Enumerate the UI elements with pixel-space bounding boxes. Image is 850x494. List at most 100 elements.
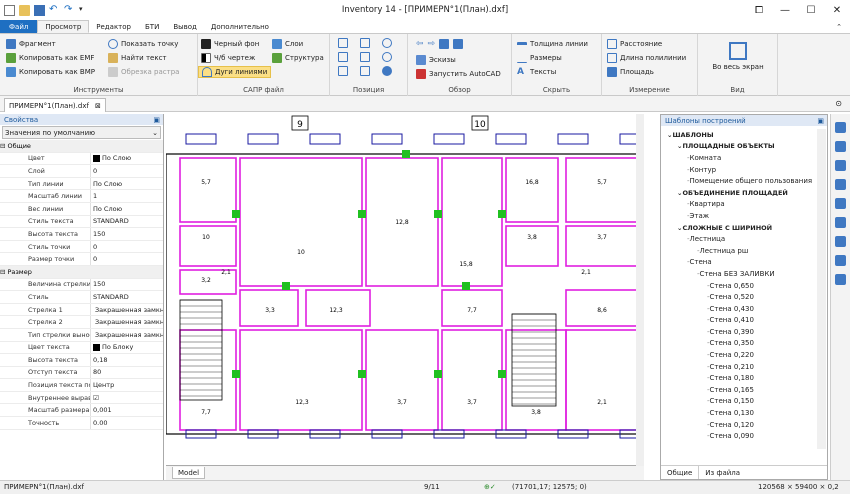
side-tool-1-icon[interactable] bbox=[835, 122, 846, 133]
drawing-canvas[interactable]: 9 10 5,7 10 12,8 15,8 16,8 5,7 10 3,8 3,7 3,2 3,3 12,… bbox=[166, 114, 644, 466]
property-row[interactable]: Стиль STANDARD bbox=[0, 291, 163, 304]
snap-icon[interactable]: ⊕✓ bbox=[484, 483, 496, 491]
zoom-in-icon[interactable] bbox=[382, 38, 392, 48]
property-row[interactable]: Стрелка 1 Закрашенная замкнутая bbox=[0, 303, 163, 317]
preset-select[interactable]: Значения по умолчанию ⌄ bbox=[2, 126, 161, 139]
tree-item[interactable]: - Стена 0,090 bbox=[663, 430, 815, 442]
zoom-out-icon[interactable] bbox=[382, 52, 392, 62]
fit-icon[interactable] bbox=[338, 38, 348, 48]
pin-icon[interactable]: ▣ bbox=[817, 117, 824, 125]
tab-editor[interactable]: Редактор bbox=[89, 20, 138, 33]
tab-additional[interactable]: Дополнительно bbox=[204, 20, 276, 33]
tree-item[interactable]: ⌄ СЛОЖНЫЕ С ШИРИНОЙ bbox=[663, 222, 815, 234]
pan-icon[interactable] bbox=[338, 52, 348, 62]
panel-collapse-icon[interactable]: ⊙ bbox=[835, 99, 842, 108]
side-tool-3-icon[interactable] bbox=[835, 160, 846, 171]
property-row[interactable]: Цвет По Слою bbox=[0, 152, 163, 166]
tree-item[interactable]: - Стена 0,220 bbox=[663, 349, 815, 361]
tab-view[interactable]: Просмотр bbox=[37, 20, 90, 33]
property-value[interactable]: 0,001 bbox=[90, 404, 163, 417]
tree-item[interactable]: - Стена 0,165 bbox=[663, 384, 815, 396]
tab-file[interactable]: Файл bbox=[0, 20, 38, 33]
nav-last-icon[interactable] bbox=[453, 39, 464, 49]
property-value[interactable]: Центр bbox=[90, 379, 163, 391]
tree-item[interactable]: - Стена 0,120 bbox=[663, 419, 815, 431]
tree-item[interactable]: - Стена 0,390 bbox=[663, 326, 815, 338]
tree-item[interactable]: - Стена 0,210 bbox=[663, 361, 815, 373]
tree-item[interactable]: - Лестница рш bbox=[663, 245, 815, 257]
property-value[interactable]: По Слою bbox=[90, 152, 163, 165]
maximize-button[interactable]: ☐ bbox=[798, 0, 824, 20]
nav-left-icon[interactable]: ⇦ bbox=[416, 39, 424, 49]
nav-right-icon[interactable]: ⇨ bbox=[428, 39, 436, 49]
help-icon[interactable]: ⧠ bbox=[746, 0, 772, 20]
fragment-button[interactable]: Фрагмент bbox=[6, 38, 56, 50]
property-value[interactable]: По Слою bbox=[90, 202, 163, 215]
property-value[interactable]: Закрашенная замкнутая bbox=[90, 303, 163, 316]
sketches-button[interactable]: Эскизы bbox=[416, 54, 456, 66]
line-weight-button[interactable]: Толщина линии bbox=[517, 38, 588, 50]
zoom-window-icon[interactable] bbox=[360, 38, 370, 48]
property-category[interactable]: ⊟ Общие bbox=[0, 140, 163, 153]
property-row[interactable]: Внутреннее выравнивание☑ bbox=[0, 391, 163, 405]
crop-raster-button[interactable]: Обрезка растра bbox=[108, 66, 179, 78]
black-bg-button[interactable]: Черный фон bbox=[201, 38, 259, 50]
property-value[interactable]: STANDARD bbox=[90, 291, 163, 303]
find-text-button[interactable]: Найти текст bbox=[108, 52, 167, 64]
tree-item[interactable]: - Лестница bbox=[663, 233, 815, 245]
property-row[interactable]: Масштаб линии 1 bbox=[0, 190, 163, 203]
document-tab[interactable]: ПРИМЕРN°1(План).dxf ⊠ bbox=[4, 98, 106, 112]
arcs-as-lines-button[interactable]: Дуги линиями bbox=[198, 66, 272, 78]
tree-item[interactable]: - Квартира bbox=[663, 199, 815, 211]
area-button[interactable]: Площадь bbox=[607, 66, 654, 78]
ribbon-collapse-icon[interactable]: ⌃ bbox=[836, 23, 842, 31]
bw-drawing-button[interactable]: Ч/б чертеж bbox=[201, 52, 255, 64]
tree-item[interactable]: ⌄ ОБЪЕДИНЕНИЕ ПЛОЩАДЕЙ bbox=[663, 187, 815, 199]
tree-item[interactable]: - Стена 0,430 bbox=[663, 303, 815, 315]
zoom-prev-icon[interactable] bbox=[360, 52, 370, 62]
tree-item[interactable]: - Стена 0,130 bbox=[663, 407, 815, 419]
nav-first-icon[interactable] bbox=[439, 39, 450, 49]
dimensions-button[interactable]: Размеры bbox=[517, 52, 562, 64]
templates-scrollbar[interactable] bbox=[817, 129, 826, 449]
side-tool-5-icon[interactable] bbox=[835, 198, 846, 209]
property-value[interactable]: По Блоку bbox=[90, 341, 163, 354]
tree-item[interactable]: - Стена 0,150 bbox=[663, 396, 815, 408]
property-row[interactable]: Величина стрелки 150 bbox=[0, 278, 163, 292]
property-value[interactable]: 150 bbox=[90, 278, 163, 291]
view-rotate-icon[interactable] bbox=[382, 66, 392, 76]
close-button[interactable]: ✕ bbox=[824, 0, 850, 20]
property-value[interactable]: 0 bbox=[90, 253, 163, 265]
property-value[interactable]: По Слою bbox=[90, 177, 163, 190]
tree-item[interactable]: ⌄ ПЛОЩАДНЫЕ ОБЪЕКТЫ bbox=[663, 141, 815, 153]
property-row[interactable]: Стиль точки 0 bbox=[0, 240, 163, 254]
tab-from-file[interactable]: Из файла bbox=[699, 466, 746, 479]
show-point-button[interactable]: Показать точку bbox=[108, 38, 178, 50]
tab-bti[interactable]: БТИ bbox=[138, 20, 166, 33]
property-row[interactable]: Цвет текста По Блоку bbox=[0, 341, 163, 355]
tree-item[interactable]: - Контур bbox=[663, 164, 815, 176]
fullscreen-button[interactable]: Во весь экран bbox=[706, 42, 770, 71]
property-value[interactable]: 0 bbox=[90, 165, 163, 177]
side-tool-6-icon[interactable] bbox=[835, 217, 846, 228]
zoom-scale-icon[interactable] bbox=[360, 66, 370, 76]
property-value[interactable]: 80 bbox=[90, 366, 163, 379]
side-tool-4-icon[interactable] bbox=[835, 179, 846, 190]
tree-item[interactable]: - Стена 0,650 bbox=[663, 280, 815, 292]
copy-bmp-button[interactable]: Копировать как BMP bbox=[6, 66, 95, 78]
property-row[interactable]: Тип линии По Слою bbox=[0, 177, 163, 191]
close-tab-icon[interactable]: ⊠ bbox=[95, 102, 101, 110]
tree-item[interactable]: ⌄ ШАБЛОНЫ bbox=[663, 129, 815, 141]
tree-item[interactable]: - Стена 0,520 bbox=[663, 291, 815, 303]
property-row[interactable]: Позиция текста по вертикалиЦентр bbox=[0, 379, 163, 392]
property-row[interactable]: Стрелка 2 Закрашенная замкнутая bbox=[0, 316, 163, 329]
tree-item[interactable]: - Этаж bbox=[663, 210, 815, 222]
polyline-length-button[interactable]: Длина полилинии bbox=[607, 52, 686, 64]
property-row[interactable]: Стиль текста STANDARD bbox=[0, 215, 163, 229]
tree-item[interactable]: - Стена 0,180 bbox=[663, 372, 815, 384]
distance-button[interactable]: Расстояние bbox=[607, 38, 662, 50]
side-tool-7-icon[interactable] bbox=[835, 236, 846, 247]
tree-item[interactable]: - Стена БЕЗ ЗАЛИВКИ bbox=[663, 268, 815, 280]
property-row[interactable]: Масштаб размера 0,001 bbox=[0, 404, 163, 418]
property-row[interactable]: Высота текста 0,18 bbox=[0, 354, 163, 367]
